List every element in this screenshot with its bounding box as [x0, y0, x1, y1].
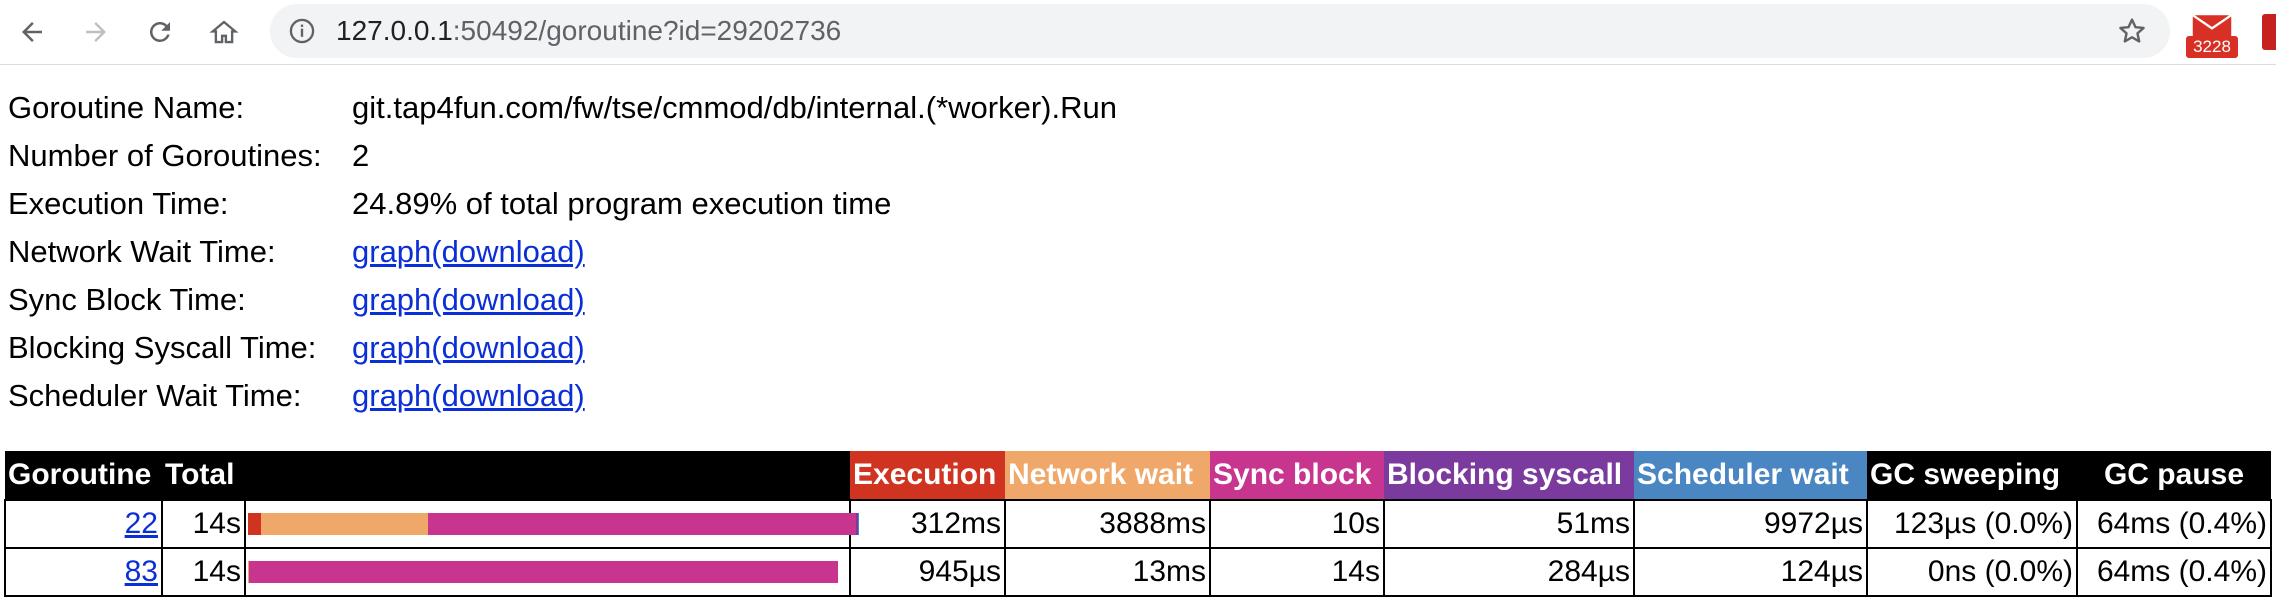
sync-block-cell: 14s [1209, 547, 1385, 597]
info-label: Number of Goroutines: [8, 138, 322, 173]
header-scheduler-wait: Scheduler wait [1634, 451, 1867, 500]
info-row: Goroutine Name: git.tap4fun.com/fw/tse/cm… [8, 84, 1117, 132]
browser-toolbar: 127.0.0.1:50492/goroutine?id=29202736 32… [0, 0, 2276, 65]
gc-sweeping-cell: 123µs (0.0%) [1866, 499, 2078, 549]
blocking-syscall-cell: 51ms [1383, 499, 1635, 549]
back-button[interactable] [8, 8, 56, 56]
network-wait-cell: 3888ms [1004, 499, 1211, 549]
info-label: Scheduler Wait Time: [8, 378, 302, 413]
info-label: Goroutine Name: [8, 90, 245, 125]
reload-icon [149, 21, 170, 42]
header-sync-block: Sync block [1210, 451, 1384, 500]
time-breakdown-bar-cell [244, 499, 859, 549]
graph-link[interactable]: graph [352, 330, 431, 365]
header-goroutine: Goroutine [5, 451, 162, 500]
header-gc-sweeping: GC sweeping [1867, 451, 2077, 500]
forward-button[interactable] [72, 8, 120, 56]
info-label: Network Wait Time: [8, 234, 276, 269]
scheduler-wait-cell: 9972µs [1633, 499, 1868, 549]
header-total: Total [162, 451, 245, 500]
header-execution: Execution [850, 451, 1005, 500]
scheduler-wait-cell: 124µs [1633, 547, 1868, 597]
mail-unread-badge: 3228 [2186, 36, 2238, 58]
home-icon [209, 20, 239, 44]
address-bar[interactable]: 127.0.0.1:50492/goroutine?id=29202736 [270, 4, 2170, 58]
download-link[interactable]: (download) [431, 330, 584, 365]
header-network-wait: Network wait [1005, 451, 1210, 500]
time-breakdown-bar-cell [244, 547, 851, 597]
info-value: git.tap4fun.com/fw/tse/cmmod/db/internal… [352, 90, 1117, 125]
goroutine-stats-table: Goroutine Total Execution Network wait S… [4, 451, 2272, 597]
goroutine-id-link[interactable]: 22 [125, 507, 158, 540]
bar-segment-sync-block [248, 561, 838, 583]
extension-icon[interactable] [2262, 14, 2276, 50]
info-label: Sync Block Time: [8, 282, 246, 317]
graph-link[interactable]: graph [352, 282, 431, 317]
info-value: 2 [352, 138, 370, 173]
sync-block-cell: 10s [1209, 499, 1385, 549]
goroutine-id-link[interactable]: 83 [125, 555, 158, 588]
bar-segment-sync-block [427, 513, 856, 535]
forward-arrow-icon [86, 22, 106, 42]
graph-link[interactable]: graph [352, 378, 431, 413]
back-arrow-icon [22, 22, 42, 42]
gc-sweeping-cell: 0ns (0.0%) [1866, 547, 2078, 597]
time-breakdown-bar [248, 561, 847, 583]
total-cell: 14s [161, 499, 246, 549]
gc-pause-cell: 64ms (0.4%) [2076, 547, 2272, 597]
gc-pause-cell: 64ms (0.4%) [2076, 499, 2272, 549]
bar-segment-network-wait [261, 513, 428, 535]
graph-link[interactable]: graph [352, 234, 431, 269]
goroutine-id-cell: 83 [4, 547, 163, 597]
info-value: graph(download) [352, 372, 1117, 420]
time-breakdown-bar [248, 513, 859, 535]
goroutine-id-cell: 22 [4, 499, 163, 549]
mail-extension-button[interactable]: 3228 [2186, 14, 2238, 60]
download-link[interactable]: (download) [431, 234, 584, 269]
blocking-syscall-cell: 284µs [1383, 547, 1635, 597]
info-row: Blocking Syscall Time: graph(download) [8, 324, 1117, 372]
url-path: :50492/goroutine?id=29202736 [452, 15, 842, 46]
info-label: Execution Time: [8, 186, 229, 221]
url-text[interactable]: 127.0.0.1:50492/goroutine?id=29202736 [336, 16, 841, 46]
header-bar [245, 451, 850, 500]
total-cell: 14s [161, 547, 246, 597]
info-value: 24.89% of total program execution time [352, 186, 892, 221]
goroutine-info-table: Goroutine Name: git.tap4fun.com/fw/tse/cm… [8, 84, 1117, 420]
info-value: graph(download) [352, 324, 1117, 372]
info-row: Sync Block Time: graph(download) [8, 276, 1117, 324]
mail-icon [2192, 14, 2232, 37]
download-link[interactable]: (download) [431, 282, 584, 317]
header-gc-pause: GC pause [2077, 451, 2271, 500]
bookmark-star-icon[interactable] [2116, 15, 2148, 47]
home-button[interactable] [200, 8, 248, 56]
execution-cell: 312ms [849, 499, 1006, 549]
info-label: Blocking Syscall Time: [8, 330, 317, 365]
bar-segment-execution [248, 513, 262, 535]
header-blocking-syscall: Blocking syscall [1384, 451, 1634, 500]
reload-button[interactable] [136, 8, 184, 56]
download-link[interactable]: (download) [431, 378, 584, 413]
url-host: 127.0.0.1 [336, 15, 453, 46]
table-row: 22 14s 312ms 3888ms 10s 51ms 9972µs 123µs (0.0%… [4, 499, 2272, 549]
info-row: Execution Time: 24.89% of total program e… [8, 180, 1117, 228]
execution-cell: 945µs [849, 547, 1006, 597]
table-row: 83 14s 945µs 13ms 14s 284µs 124µs 0ns (0.0%) 64m… [4, 547, 2272, 597]
info-value: graph(download) [352, 228, 1117, 276]
network-wait-cell: 13ms [1004, 547, 1211, 597]
info-row: Number of Goroutines: 2 [8, 132, 1117, 180]
stats-header-row: Goroutine Total Execution Network wait S… [5, 451, 2271, 500]
info-icon[interactable] [288, 17, 316, 45]
info-value: graph(download) [352, 276, 1117, 324]
info-row: Scheduler Wait Time: graph(download) [8, 372, 1117, 420]
info-row: Network Wait Time: graph(download) [8, 228, 1117, 276]
